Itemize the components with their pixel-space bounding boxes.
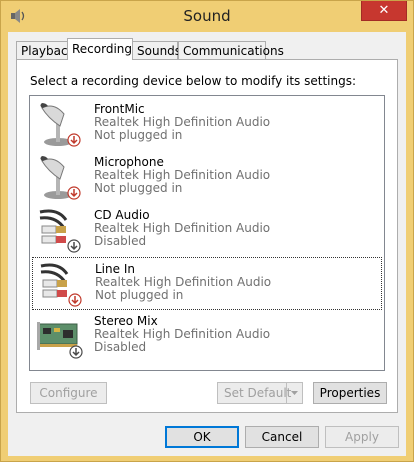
device-status: Disabled [94, 340, 147, 354]
device-name: Stereo Mix [94, 314, 158, 328]
cancel-button[interactable]: Cancel [245, 426, 319, 448]
set-default-label: Set Default [224, 386, 292, 400]
device-name: CD Audio [94, 208, 150, 222]
microphone-icon [40, 156, 81, 200]
dialog-client: Playback Recording Sounds Communications… [8, 32, 406, 456]
device-name: FrontMic [94, 102, 145, 116]
device-status: Disabled [94, 234, 147, 248]
set-default-dropdown[interactable] [286, 383, 302, 403]
device-status: Not plugged in [94, 128, 183, 142]
configure-button[interactable]: Configure [30, 382, 107, 404]
tab-recording[interactable]: Recording [67, 38, 133, 60]
properties-button[interactable]: Properties [313, 382, 387, 404]
device-item-microphone[interactable]: Microphone Realtek High Definition Audio… [32, 151, 382, 204]
device-status: Not plugged in [94, 181, 183, 195]
window-title: Sound [183, 7, 231, 25]
device-driver: Realtek High Definition Audio [94, 168, 271, 182]
device-list[interactable]: FrontMic Realtek High Definition Audio N… [29, 95, 385, 371]
device-status: Not plugged in [95, 288, 184, 302]
device-driver: Realtek High Definition Audio [95, 275, 272, 289]
tab-sounds[interactable]: Sounds [132, 41, 181, 59]
instruction-text: Select a recording device below to modif… [30, 74, 357, 88]
device-item-stereo-mix[interactable]: Stereo Mix Realtek High Definition Audio… [32, 310, 382, 363]
apply-button[interactable]: Apply [325, 426, 399, 448]
title-bar[interactable]: Sound ✕ [1, 1, 413, 31]
device-item-line-in[interactable]: Line In Realtek High Definition Audio No… [32, 257, 382, 310]
ok-button[interactable]: OK [165, 426, 239, 448]
rca-cable-icon [39, 209, 81, 253]
tab-playback[interactable]: Playback [16, 41, 75, 59]
chevron-down-icon [291, 391, 298, 395]
sound-card-icon [37, 322, 83, 359]
set-default-button[interactable]: Set Default [217, 382, 303, 404]
rca-cable-icon [40, 263, 82, 307]
recording-panel: Select a recording device below to modif… [16, 59, 398, 413]
device-item-frontmic[interactable]: FrontMic Realtek High Definition Audio N… [32, 98, 382, 151]
sound-dialog: Sound ✕ Playback Recording Sounds Commun… [0, 0, 414, 462]
device-name: Microphone [94, 155, 164, 169]
device-driver: Realtek High Definition Audio [94, 115, 271, 129]
microphone-icon [40, 103, 81, 147]
tab-communications[interactable]: Communications [178, 41, 284, 59]
device-name: Line In [95, 262, 135, 276]
close-button[interactable]: ✕ [361, 1, 407, 21]
device-item-cd-audio[interactable]: CD Audio Realtek High Definition Audio D… [32, 204, 382, 257]
device-driver: Realtek High Definition Audio [94, 327, 271, 341]
device-driver: Realtek High Definition Audio [94, 221, 271, 235]
